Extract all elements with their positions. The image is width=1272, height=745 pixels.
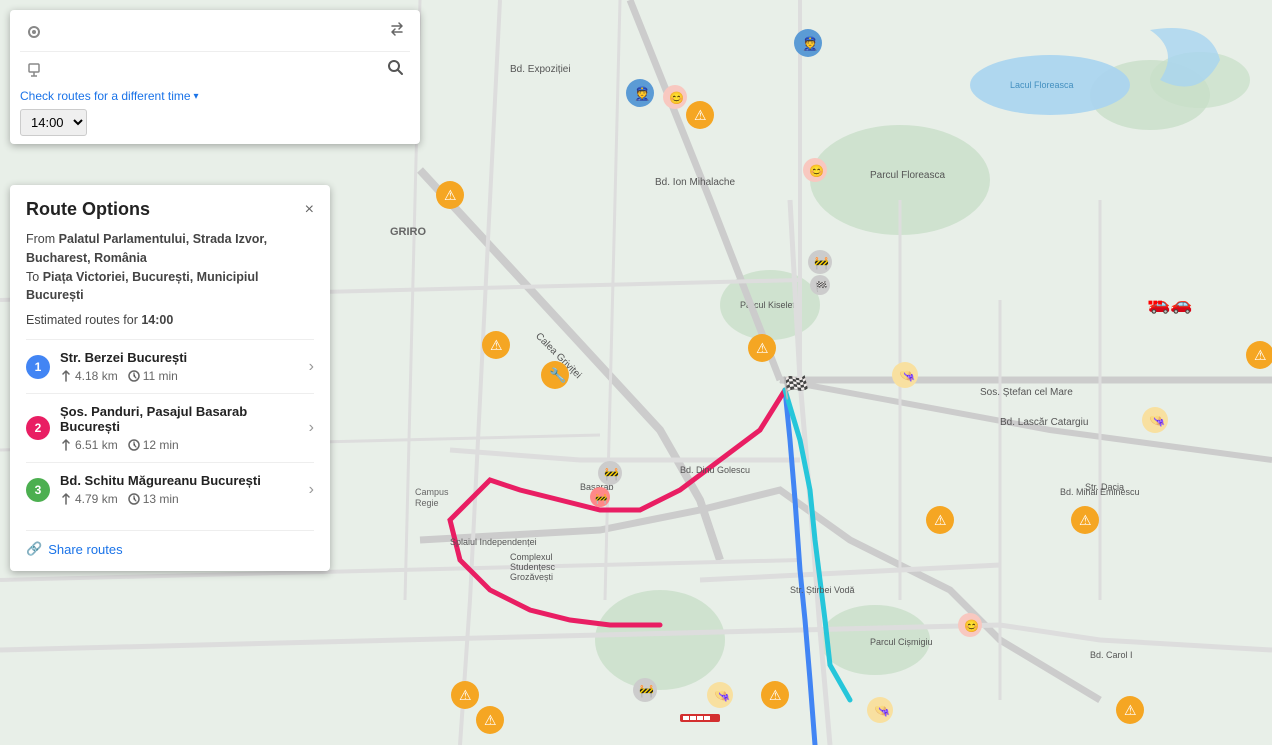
route-duration-3: 13 min (128, 492, 179, 506)
origin-input[interactable]: Palatul Parlamentului, Strada Izvor, Buc… (48, 22, 384, 41)
route-item-1[interactable]: 1 Str. Berzei București 4.18 km 11 min › (26, 339, 314, 393)
estimated-prefix: Estimated routes for (26, 313, 138, 327)
svg-text:🚧: 🚧 (604, 467, 619, 481)
route-name-2: Șos. Panduri, Pasajul Basarab București (60, 404, 303, 434)
svg-text:Bd. Ion Mihalache: Bd. Ion Mihalache (655, 177, 735, 188)
svg-text:⚠: ⚠ (1124, 702, 1137, 718)
svg-text:Str. Știrbei Vodă: Str. Știrbei Vodă (790, 585, 855, 595)
svg-text:🚧: 🚧 (595, 493, 607, 505)
svg-text:Bd. Lascăr Catargiu: Bd. Lascăr Catargiu (1000, 417, 1088, 428)
search-button[interactable] (380, 56, 410, 83)
chevron-down-icon: ▾ (194, 91, 199, 102)
route-number-1: 1 (26, 355, 50, 379)
svg-text:Complexul: Complexul (510, 552, 553, 562)
svg-text:⚠: ⚠ (694, 107, 707, 123)
svg-text:Splaiul Independenței: Splaiul Independenței (450, 537, 537, 547)
svg-text:Sos. Ștefan cel Mare: Sos. Ștefan cel Mare (980, 387, 1073, 398)
destination-icon (20, 62, 48, 78)
svg-text:⚠: ⚠ (490, 337, 503, 353)
route-item-2[interactable]: 2 Șos. Panduri, Pasajul Basarab Bucureșt… (26, 393, 314, 462)
route-info-3: Bd. Schitu Măgureanu București 4.79 km 1… (60, 473, 303, 506)
origin-icon (20, 24, 48, 40)
svg-text:⚠: ⚠ (484, 712, 497, 728)
route-panel-header: Route Options × (26, 199, 314, 220)
svg-text:👒: 👒 (874, 703, 890, 718)
route-info-2: Șos. Panduri, Pasajul Basarab București … (60, 404, 303, 452)
svg-text:■■■: ■■■ (1148, 298, 1163, 307)
route-distance-1: 4.18 km (60, 369, 118, 383)
route-panel-title: Route Options (26, 199, 150, 220)
route-name-1: Str. Berzei București (60, 350, 303, 365)
swap-button[interactable] (384, 18, 410, 45)
svg-text:Bd. Expoziției: Bd. Expoziției (510, 64, 571, 75)
route-name-3: Bd. Schitu Măgureanu București (60, 473, 303, 488)
share-routes-button[interactable]: 🔗 Share routes (26, 530, 314, 557)
route-chevron-3: › (309, 481, 314, 499)
svg-text:Grozăvești: Grozăvești (510, 572, 553, 582)
search-panel: Palatul Parlamentului, Strada Izvor, Buc… (10, 10, 420, 144)
svg-text:⚠: ⚠ (769, 687, 782, 703)
svg-text:😊: 😊 (669, 91, 684, 105)
svg-text:GRIRO: GRIRO (390, 226, 427, 238)
svg-text:⚠: ⚠ (756, 340, 769, 356)
route-number-3: 3 (26, 478, 50, 502)
svg-text:😊: 😊 (809, 164, 824, 178)
route-duration-1: 11 min (128, 369, 178, 383)
route-details-1: 4.18 km 11 min (60, 369, 303, 383)
routes-list: 1 Str. Berzei București 4.18 km 11 min › (26, 339, 314, 516)
route-details-2: 6.51 km 12 min (60, 438, 303, 452)
svg-text:🏁: 🏁 (782, 375, 809, 400)
svg-text:🚗: 🚗 (1170, 294, 1192, 314)
svg-text:Parcul Floreasca: Parcul Floreasca (870, 170, 945, 181)
share-icon: 🔗 (26, 541, 42, 557)
time-check-link[interactable]: Check routes for a different time (20, 89, 191, 103)
time-select[interactable]: 14:00 14:30 15:00 15:30 (20, 109, 87, 136)
route-duration-2: 12 min (128, 438, 179, 452)
svg-text:⚠: ⚠ (934, 512, 947, 528)
svg-text:Bd. Dinu Golescu: Bd. Dinu Golescu (680, 465, 750, 475)
svg-text:👮: 👮 (802, 35, 818, 51)
svg-text:Lacul Floreasca: Lacul Floreasca (1010, 80, 1074, 90)
route-chevron-1: › (309, 358, 314, 376)
route-info-1: Str. Berzei București 4.18 km 11 min (60, 350, 303, 383)
time-selector-row: 14:00 14:30 15:00 15:30 (20, 109, 410, 136)
to-label: To (26, 270, 39, 284)
svg-text:⚠: ⚠ (1079, 512, 1092, 528)
svg-text:Campus: Campus (415, 487, 449, 497)
svg-text:👒: 👒 (899, 368, 915, 383)
route-number-2: 2 (26, 416, 50, 440)
share-routes-label: Share routes (48, 542, 122, 557)
from-value: Palatul Parlamentului, Strada Izvor, Buc… (26, 232, 267, 265)
svg-text:Studențesc: Studențesc (510, 562, 556, 572)
svg-text:Regie: Regie (415, 498, 439, 508)
to-value: Piața Victoriei, București, Municipiul B… (26, 270, 258, 303)
svg-text:Str. Dacia: Str. Dacia (1085, 482, 1124, 492)
close-button[interactable]: × (305, 201, 314, 219)
route-from-to: From Palatul Parlamentului, Strada Izvor… (26, 230, 314, 305)
svg-text:Parcul Cișmigiu: Parcul Cișmigiu (870, 637, 933, 647)
svg-text:⚠: ⚠ (444, 187, 457, 203)
destination-input[interactable]: Piața Victoriei, București, Municipiul B… (48, 60, 380, 79)
from-label: From (26, 232, 55, 246)
svg-text:⚠: ⚠ (1254, 347, 1267, 363)
svg-text:🚧: 🚧 (814, 256, 829, 270)
svg-text:🚧: 🚧 (639, 684, 654, 698)
svg-text:👒: 👒 (1149, 413, 1165, 428)
time-check-row: Check routes for a different time ▾ (20, 89, 410, 103)
route-distance-2: 6.51 km (60, 438, 118, 452)
svg-text:🏁: 🏁 (815, 280, 827, 293)
svg-text:🔧: 🔧 (549, 366, 566, 384)
route-chevron-2: › (309, 419, 314, 437)
svg-text:😊: 😊 (964, 619, 979, 633)
svg-text:Bd. Carol I: Bd. Carol I (1090, 650, 1133, 660)
route-details-3: 4.79 km 13 min (60, 492, 303, 506)
svg-text:⚠: ⚠ (459, 687, 472, 703)
estimated-time-value: 14:00 (141, 313, 173, 327)
svg-text:👒: 👒 (714, 688, 730, 703)
route-item-3[interactable]: 3 Bd. Schitu Măgureanu București 4.79 km… (26, 462, 314, 516)
estimated-time: Estimated routes for 14:00 (26, 313, 314, 327)
route-panel: Route Options × From Palatul Parlamentul… (10, 185, 330, 571)
route-distance-3: 4.79 km (60, 492, 118, 506)
svg-text:👮: 👮 (634, 85, 650, 101)
